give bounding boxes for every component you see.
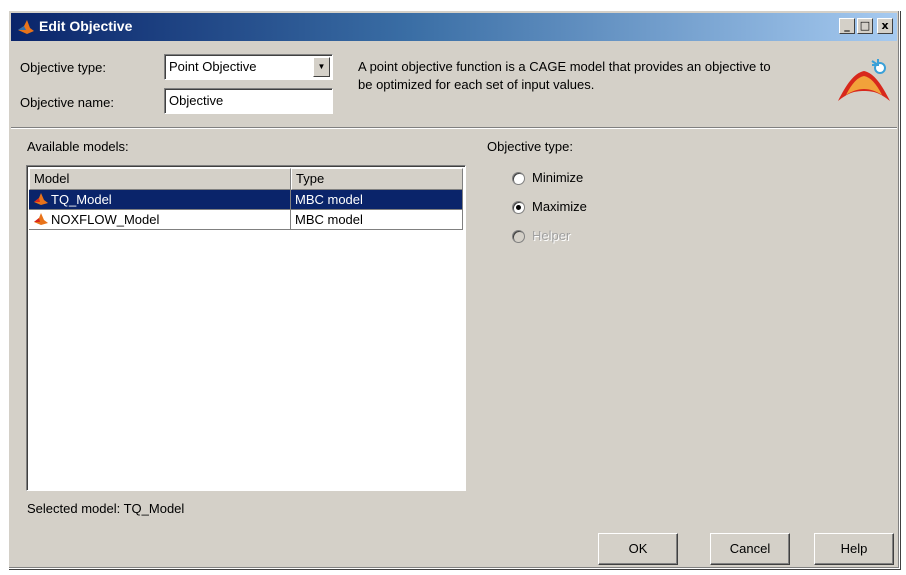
model-name: TQ_Model (51, 192, 112, 207)
helper-radio (512, 230, 525, 243)
table-row[interactable]: NOXFLOW_Model MBC model (29, 210, 463, 230)
objective-type-value: Point Objective (169, 59, 257, 74)
cage-point-objective-icon (838, 59, 890, 101)
matlab-model-icon (34, 193, 48, 205)
objective-type-dropdown[interactable]: Point Objective ▼ (164, 54, 333, 80)
maximize-button[interactable]: □ (857, 18, 873, 34)
dropdown-arrow-icon[interactable]: ▼ (313, 57, 330, 77)
type-cell: MBC model (291, 210, 463, 230)
selected-model-text: Selected model: TQ_Model (27, 501, 185, 516)
objective-type-label: Objective type: (20, 60, 106, 75)
objective-kind-label: Objective type: (487, 139, 573, 154)
matlab-logo-icon (18, 20, 34, 34)
objective-description: A point objective function is a CAGE mod… (358, 59, 771, 92)
radio-selected-dot (516, 205, 521, 210)
cancel-button[interactable]: Cancel (710, 533, 790, 565)
matlab-model-icon (34, 213, 48, 225)
minimize-radio[interactable] (512, 172, 525, 185)
table-row[interactable]: TQ_Model MBC model (29, 190, 463, 210)
ok-button[interactable]: OK (598, 533, 678, 565)
models-table[interactable]: Model Type TQ_Model MBC model NOXFLOW_Mo… (26, 165, 466, 491)
available-models-label: Available models: (27, 139, 129, 154)
close-button[interactable]: x (877, 18, 893, 34)
header-separator (11, 127, 897, 129)
column-header-model[interactable]: Model (29, 168, 291, 190)
window-title: Edit Objective (39, 18, 133, 34)
objective-name-label: Objective name: (20, 95, 114, 110)
model-name: NOXFLOW_Model (51, 212, 160, 227)
edit-objective-dialog: Edit Objective _ □ x Objective type: Poi… (8, 10, 900, 569)
maximize-radio[interactable] (512, 201, 525, 214)
help-button[interactable]: Help (814, 533, 894, 565)
type-cell: MBC model (291, 190, 463, 210)
model-cell: TQ_Model (29, 190, 291, 210)
objective-name-input[interactable]: Objective (164, 88, 333, 114)
helper-label: Helper (532, 228, 571, 243)
title-bar[interactable]: Edit Objective _ □ x (11, 13, 897, 41)
maximize-label[interactable]: Maximize (532, 199, 587, 214)
minimize-label[interactable]: Minimize (532, 170, 583, 185)
model-cell: NOXFLOW_Model (29, 210, 291, 230)
column-header-type[interactable]: Type (291, 168, 463, 190)
minimize-button[interactable]: _ (839, 18, 855, 34)
